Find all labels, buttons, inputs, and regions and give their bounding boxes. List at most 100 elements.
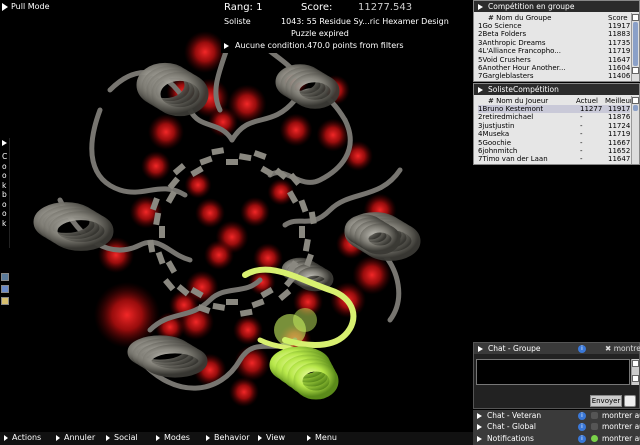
player-current: - [580, 121, 583, 130]
show-toggle[interactable] [591, 412, 598, 419]
sheet-segment [298, 199, 309, 213]
panel-title: Compétition en groupe [488, 2, 575, 11]
cookbook-letter: o [2, 199, 7, 209]
player-best: 11652 [608, 147, 630, 155]
player-row[interactable]: 6johnmitch -11652 [478, 147, 630, 155]
group-list-scrollbar[interactable] [631, 13, 639, 81]
menu-view[interactable]: View [258, 433, 285, 442]
player-best: 11647 [608, 155, 630, 164]
column-header-score: Score [608, 14, 628, 22]
player-row[interactable]: 4Museka -11719 [478, 130, 630, 138]
info-icon[interactable]: i [578, 434, 586, 443]
expand-arrow-icon [478, 345, 483, 352]
protein-3d-scene[interactable] [0, 0, 470, 432]
group-row[interactable]: 6Another Hour Another... 11604 [478, 64, 630, 72]
menu-main[interactable]: Menu [307, 433, 337, 442]
menu-social[interactable]: Social [106, 433, 138, 442]
player-name: Timo van der Laan [482, 155, 548, 164]
panel-title: Chat - Global [487, 422, 536, 431]
conditions-label: Aucune condition.470.0 points from filte… [235, 41, 404, 50]
chat-input[interactable] [476, 359, 630, 385]
column-header-name: # Nom du Joueur [488, 97, 549, 105]
cookbook-label: Cookbook [2, 152, 7, 228]
panel-header[interactable]: Chat - Groupe i ✖ montrer aut [474, 343, 640, 354]
player-name: Museka [482, 130, 510, 139]
scroll-thumb[interactable] [633, 105, 638, 111]
group-row[interactable]: 3Anthropic Dreams 11735 [478, 39, 630, 47]
column-header-best: Meilleur [605, 97, 633, 105]
menu-behavior[interactable]: Behavior [206, 433, 250, 442]
menu-actions[interactable]: Actions [4, 433, 41, 442]
cookbook-letter: k [2, 218, 7, 228]
chat-scrollbar[interactable] [631, 359, 639, 385]
void-blob [240, 197, 270, 227]
arrow-icon [307, 434, 311, 441]
info-icon[interactable]: i [578, 411, 586, 420]
pull-mode-toggle[interactable]: Pull Mode [2, 2, 50, 11]
group-row[interactable]: 7Gargleblasters 11406 [478, 72, 630, 80]
scroll-up-icon[interactable] [632, 14, 639, 21]
panel-header[interactable]: Compétition en groupe [474, 1, 639, 12]
protein-viewport[interactable] [0, 0, 470, 432]
group-name: L'Alliance Francopho... [482, 47, 561, 56]
clock-icon[interactable] [624, 395, 636, 407]
cookbook-letter: C [2, 152, 8, 161]
show-toggle[interactable] [591, 435, 598, 442]
settings-icon: ✖ [605, 344, 612, 353]
scroll-down-icon[interactable] [632, 375, 639, 382]
void-blob [204, 240, 234, 270]
sheet-segment [212, 302, 226, 311]
player-best: 11876 [608, 113, 630, 122]
player-row[interactable]: 2retiredmichael -11876 [478, 113, 630, 121]
void-blob [141, 151, 171, 181]
player-list-scrollbar[interactable] [631, 96, 639, 164]
menu-label: Actions [12, 433, 42, 442]
recipe-icon[interactable] [1, 273, 9, 281]
note-icon[interactable] [1, 297, 9, 305]
player-current: - [580, 138, 583, 147]
scroll-up-icon[interactable] [632, 360, 639, 367]
cookbook-letter: o [2, 171, 7, 180]
player-name: johnmitch [482, 147, 518, 155]
notifications-header[interactable]: Notifications i montrer aut [473, 432, 640, 445]
player-row[interactable]: 7Timo van der Laan -11647 [478, 155, 630, 163]
player-name: retiredmichael [482, 113, 534, 122]
panel-title: Chat - Veteran [487, 411, 542, 420]
menu-modes[interactable]: Modes [156, 433, 190, 442]
selected-blob [293, 308, 317, 332]
sheet-segment [199, 155, 213, 166]
group-name: Beta Folders [482, 30, 527, 39]
conditions-toggle[interactable]: Aucune condition.470.0 points from filte… [224, 41, 404, 50]
panel-title: Notifications [487, 434, 534, 443]
sheet-segment [274, 167, 288, 180]
show-all-label: montrer aut [602, 411, 640, 420]
chat-veteran-header[interactable]: Chat - Veteran i montrer aut [473, 410, 640, 421]
scroll-up-icon[interactable] [632, 97, 639, 104]
info-icon[interactable]: i [578, 344, 586, 353]
folder-icon[interactable] [1, 285, 9, 293]
show-toggle[interactable] [591, 423, 598, 430]
puzzle-name: 1043: 55 Residue Sy...ric Hexamer Design [281, 17, 449, 26]
cookbook-tab[interactable]: Cookbook [0, 138, 10, 248]
scroll-down-icon[interactable] [632, 67, 639, 74]
panel-header[interactable]: SolisteCompétition [474, 84, 639, 95]
player-best: 11917 [608, 105, 630, 113]
send-button[interactable]: Envoyer [590, 395, 622, 407]
player-name: justjustin [482, 121, 515, 130]
info-icon[interactable]: i [578, 422, 586, 431]
void-blob [148, 114, 184, 150]
show-all-toggle[interactable]: ✖ montrer aut [605, 344, 640, 353]
group-row[interactable]: 4L'Alliance Francopho... 11719 [478, 47, 630, 55]
group-row[interactable]: 1Go Science 11917 [478, 22, 630, 30]
chat-global-header[interactable]: Chat - Global i montrer aut [473, 421, 640, 432]
player-row[interactable]: 1Bruno Kestemont 11277 11917 [478, 105, 630, 114]
group-row[interactable]: 5Void Crushers 11647 [478, 56, 630, 64]
menu-undo[interactable]: Annuler [56, 433, 95, 442]
sheet-segment [225, 158, 239, 166]
group-row[interactable]: 2Beta Folders 11883 [478, 30, 630, 38]
score-panel: Rang: 1 Score: 11277.543 Soliste 1043: 5… [221, 0, 449, 53]
play-arrow-icon [2, 2, 8, 11]
player-row[interactable]: 3justjustin -11724 [478, 122, 630, 130]
player-row[interactable]: 5Goochie -11667 [478, 139, 630, 147]
scroll-thumb[interactable] [633, 22, 638, 66]
